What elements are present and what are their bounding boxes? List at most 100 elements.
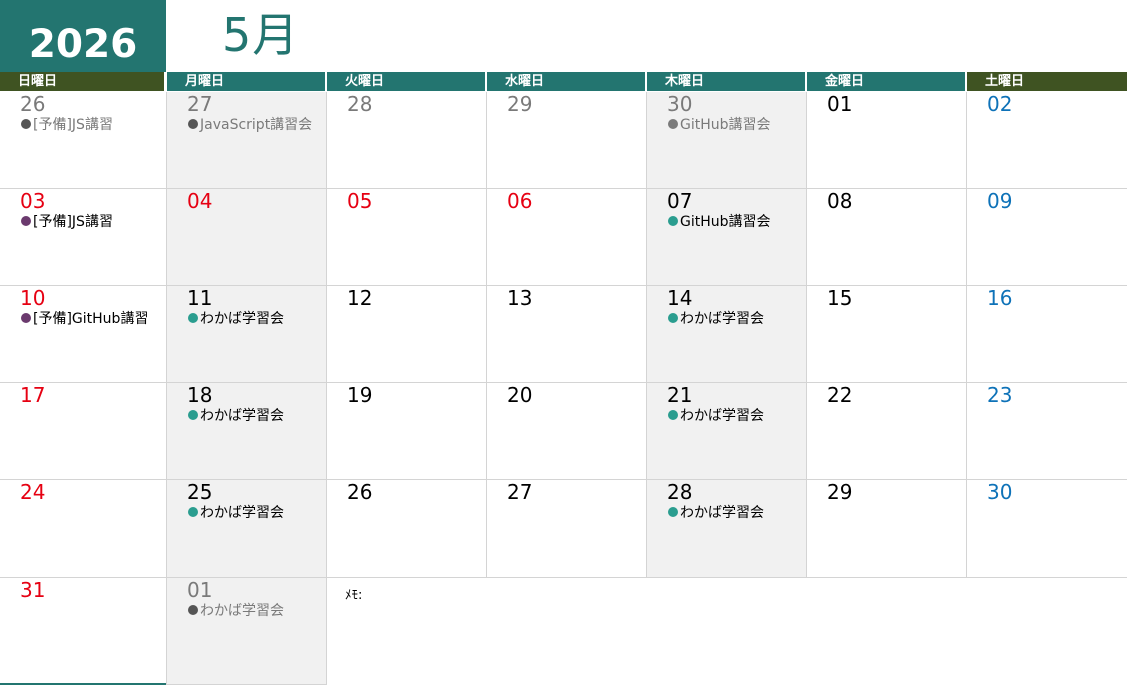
event-item[interactable]: [予備]JS講習 xyxy=(21,117,113,133)
day-number: 28 xyxy=(667,480,693,504)
day-cell[interactable]: 31 xyxy=(0,578,167,685)
day-cell[interactable]: 27 xyxy=(487,480,647,578)
event-title: わかば学習会 xyxy=(200,408,284,424)
day-cell[interactable]: 17 xyxy=(0,383,167,480)
weekday-header-6: 土曜日 xyxy=(967,72,1127,91)
day-number: 13 xyxy=(507,286,533,310)
day-cell[interactable]: 28 わかば学習会 xyxy=(647,480,807,578)
day-number: 24 xyxy=(20,480,46,504)
day-cell[interactable]: 26 xyxy=(327,480,487,578)
day-cell[interactable]: 09 xyxy=(967,189,1127,286)
event-item[interactable]: わかば学習会 xyxy=(668,408,764,424)
event-dot-icon xyxy=(188,605,198,615)
event-item[interactable]: わかば学習会 xyxy=(188,505,284,521)
day-number: 27 xyxy=(507,480,533,504)
day-cell[interactable]: 20 xyxy=(487,383,647,480)
day-cell[interactable]: 03 [予備]JS講習 xyxy=(0,189,167,286)
day-cell[interactable]: 22 xyxy=(807,383,967,480)
event-dot-icon xyxy=(188,507,198,517)
event-dot-icon xyxy=(21,313,31,323)
day-number: 30 xyxy=(987,480,1013,504)
day-cell[interactable]: 19 xyxy=(327,383,487,480)
memo-area[interactable]: ﾒﾓ: xyxy=(327,578,1127,685)
event-dot-icon xyxy=(21,119,31,129)
day-cell[interactable]: 11 わかば学習会 xyxy=(167,286,327,383)
day-number: 30 xyxy=(667,92,693,116)
day-cell[interactable]: 21 わかば学習会 xyxy=(647,383,807,480)
day-number: 11 xyxy=(187,286,213,310)
day-cell[interactable]: 25 わかば学習会 xyxy=(167,480,327,578)
day-number: 12 xyxy=(347,286,373,310)
day-cell[interactable]: 07 GitHub講習会 xyxy=(647,189,807,286)
day-cell[interactable]: 24 xyxy=(0,480,167,578)
event-item[interactable]: わかば学習会 xyxy=(668,311,764,327)
day-cell[interactable]: 02 xyxy=(967,92,1127,189)
day-cell[interactable]: 14 わかば学習会 xyxy=(647,286,807,383)
day-number: 04 xyxy=(187,189,213,213)
day-number: 19 xyxy=(347,383,373,407)
day-number: 15 xyxy=(827,286,853,310)
day-cell[interactable]: 29 xyxy=(487,92,647,189)
day-number: 10 xyxy=(20,286,46,310)
event-title: わかば学習会 xyxy=(200,311,284,327)
event-item[interactable]: GitHub講習会 xyxy=(668,117,771,133)
day-number: 29 xyxy=(827,480,853,504)
day-number: 28 xyxy=(347,92,373,116)
day-number: 25 xyxy=(187,480,213,504)
day-number: 27 xyxy=(187,92,213,116)
event-dot-icon xyxy=(668,507,678,517)
day-cell[interactable]: 01 わかば学習会 xyxy=(167,578,327,685)
day-cell[interactable]: 23 xyxy=(967,383,1127,480)
day-cell[interactable]: 05 xyxy=(327,189,487,286)
day-number: 23 xyxy=(987,383,1013,407)
weekday-header-0: 日曜日 xyxy=(0,72,164,91)
day-cell[interactable]: 15 xyxy=(807,286,967,383)
day-cell[interactable]: 18 わかば学習会 xyxy=(167,383,327,480)
day-cell[interactable]: 13 xyxy=(487,286,647,383)
event-dot-icon xyxy=(668,119,678,129)
event-dot-icon xyxy=(188,313,198,323)
event-dot-icon xyxy=(21,216,31,226)
day-cell[interactable]: 26 [予備]JS講習 xyxy=(0,92,167,189)
day-cell[interactable]: 10 [予備]GitHub講習 xyxy=(0,286,167,383)
day-number: 29 xyxy=(507,92,533,116)
event-item[interactable]: わかば学習会 xyxy=(188,603,284,619)
event-dot-icon xyxy=(188,119,198,129)
day-cell[interactable]: 12 xyxy=(327,286,487,383)
event-dot-icon xyxy=(668,216,678,226)
day-number: 01 xyxy=(187,578,213,602)
day-number: 17 xyxy=(20,383,46,407)
day-number: 05 xyxy=(347,189,373,213)
weekday-header-5: 金曜日 xyxy=(807,72,965,91)
day-number: 06 xyxy=(507,189,533,213)
day-cell[interactable]: 27 JavaScript講習会 xyxy=(167,92,327,189)
day-cell[interactable]: 08 xyxy=(807,189,967,286)
day-cell[interactable]: 16 xyxy=(967,286,1127,383)
event-item[interactable]: わかば学習会 xyxy=(668,505,764,521)
event-item[interactable]: GitHub講習会 xyxy=(668,214,771,230)
day-cell[interactable]: 29 xyxy=(807,480,967,578)
day-cell[interactable]: 30 xyxy=(967,480,1127,578)
day-number: 16 xyxy=(987,286,1013,310)
day-number: 08 xyxy=(827,189,853,213)
day-cell[interactable]: 01 xyxy=(807,92,967,189)
day-number: 02 xyxy=(987,92,1013,116)
event-title: わかば学習会 xyxy=(200,505,284,521)
event-title: [予備]GitHub講習 xyxy=(33,311,149,327)
event-title: JavaScript講習会 xyxy=(200,117,313,133)
event-title: わかば学習会 xyxy=(680,311,764,327)
day-cell[interactable]: 06 xyxy=(487,189,647,286)
day-cell[interactable]: 30 GitHub講習会 xyxy=(647,92,807,189)
event-item[interactable]: わかば学習会 xyxy=(188,311,284,327)
event-dot-icon xyxy=(188,410,198,420)
event-title: GitHub講習会 xyxy=(680,214,771,230)
day-cell[interactable]: 28 xyxy=(327,92,487,189)
weekday-header-4: 木曜日 xyxy=(647,72,805,91)
event-title: GitHub講習会 xyxy=(680,117,771,133)
day-cell[interactable]: 04 xyxy=(167,189,327,286)
event-item[interactable]: わかば学習会 xyxy=(188,408,284,424)
event-item[interactable]: JavaScript講習会 xyxy=(188,117,312,133)
event-item[interactable]: [予備]JS講習 xyxy=(21,214,113,230)
event-item[interactable]: [予備]GitHub講習 xyxy=(21,311,148,327)
event-title: [予備]JS講習 xyxy=(33,117,113,133)
